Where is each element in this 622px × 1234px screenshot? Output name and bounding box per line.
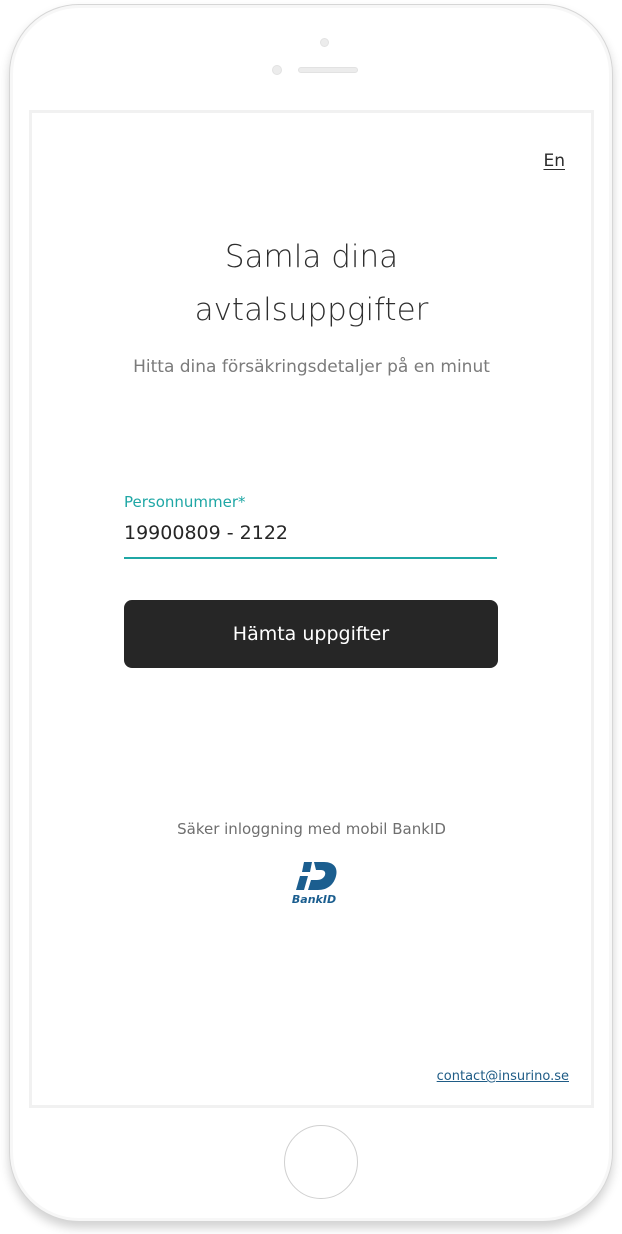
page-subtitle: Hitta dina försäkringsdetaljer på en min… — [133, 357, 490, 377]
page-title-line1: Samla dina — [224, 239, 399, 275]
language-toggle-link[interactable]: En — [543, 151, 565, 171]
camera-icon — [320, 38, 329, 47]
page-title: Samla dina avtalsuppgifter — [32, 231, 591, 337]
secure-login-text: Säker inloggning med mobil BankID — [177, 820, 446, 838]
contact-email-link[interactable]: contact@insurino.se — [437, 1069, 569, 1084]
speaker-grille — [298, 67, 358, 73]
personnummer-field: Personnummer* — [124, 493, 497, 563]
bankid-logo-text: BankID — [292, 893, 336, 906]
sensor-icon — [272, 65, 282, 75]
personnummer-underline — [124, 557, 497, 559]
app-screen: En Samla dina avtalsuppgifter Hitta dina… — [29, 110, 594, 1108]
personnummer-input[interactable] — [124, 515, 497, 551]
page-title-line2: avtalsuppgifter — [194, 292, 429, 328]
bankid-logo-icon: BankID — [292, 862, 337, 906]
home-button[interactable] — [284, 1125, 358, 1199]
fetch-details-button[interactable]: Hämta uppgifter — [124, 600, 498, 668]
personnummer-label: Personnummer* — [124, 493, 246, 511]
